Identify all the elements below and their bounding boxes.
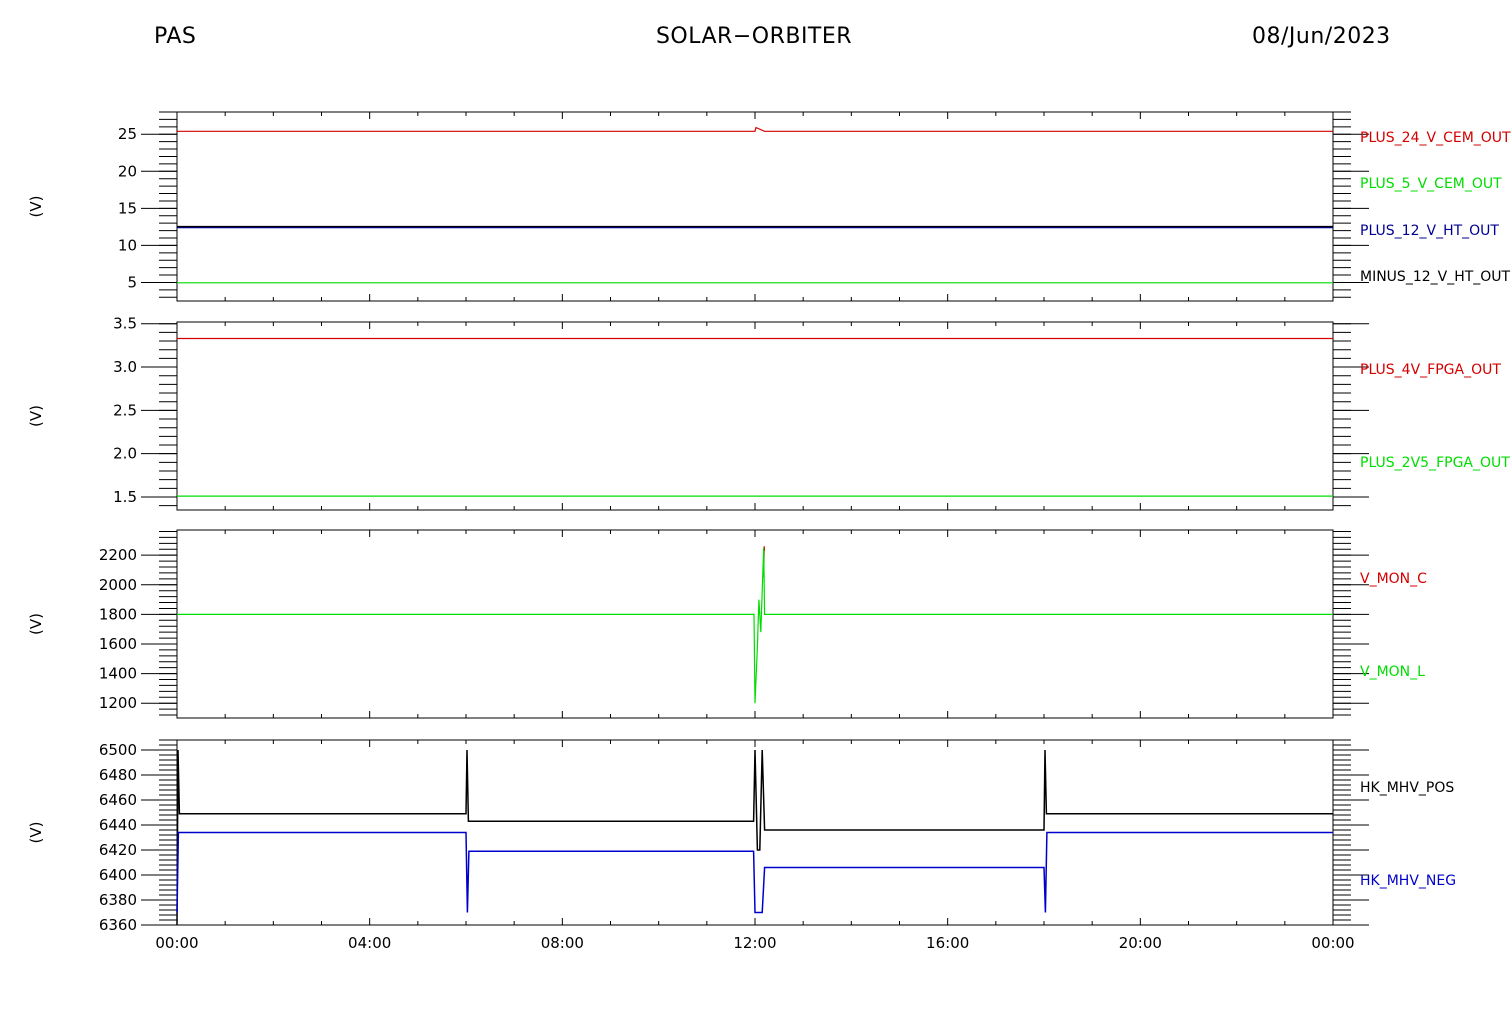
panel-4: 6360 6380 6400 6420 6440 6460 6480 6500 (V) HK_MH… [27,739,1456,934]
x-tick-label: 00:00 [155,934,198,952]
legend-label: V_MON_L [1360,664,1425,680]
panel-2: 1.5 2.0 2.5 3.0 3.5 (V) PLUS_4V_FPGA_OUT PLUS_2… [27,315,1510,511]
y-tick-label: 6480 [99,766,137,784]
x-tick-label: 20:00 [1119,934,1162,952]
legend-label: PLUS_24_V_CEM_OUT [1360,130,1511,146]
legend-label: PLUS_4V_FPGA_OUT [1360,362,1501,378]
legend-label: PLUS_5_V_CEM_OUT [1360,176,1502,192]
y-tick-label: 6500 [99,741,137,759]
y-axis-label: (V) [27,405,45,427]
x-tick-label: 04:00 [348,934,391,952]
y-tick-label: 2.0 [113,445,137,463]
y-tick-label: 10 [118,236,137,254]
y-tick-label: 1.5 [113,488,137,506]
y-tick-label: 20 [118,162,137,180]
x-tick-label: 08:00 [541,934,584,952]
legend-label: PLUS_12_V_HT_OUT [1360,223,1499,239]
series-line-hk-mhv-neg [176,831,1333,914]
y-axis-label: (V) [27,196,45,218]
panel-1: 5 10 15 20 25 (V) PLUS_24_V_CEM_OUT PLUS_5_V_CE… [27,111,1511,302]
y-tick-label: 1200 [99,694,137,712]
y-tick-label: 6360 [99,916,137,934]
y-tick-label: 3.0 [113,358,137,376]
legend-label: HK_MHV_NEG [1360,873,1456,889]
y-tick-label: 6380 [99,891,137,909]
x-tick-label: 12:00 [733,934,776,952]
y-tick-label: 1800 [99,605,137,623]
legend-label: PLUS_2V5_FPGA_OUT [1360,455,1510,471]
panel-frame [176,111,1334,302]
housekeeping-chart: 5 10 15 20 25 (V) PLUS_24_V_CEM_OUT PLUS_5_V_CE… [27,111,1511,952]
y-tick-label: 1600 [99,635,137,653]
panel-3: 1200 1400 1600 1800 2000 2200 (V) V_MON_C V_MON_… [27,529,1427,719]
legend-label: V_MON_C [1360,571,1427,587]
y-tick-label: 2000 [99,576,137,594]
x-tick-label: 00:00 [1311,934,1354,952]
y-tick-label: 6420 [99,841,137,859]
y-tick-label: 15 [118,199,137,217]
y-tick-label: 3.5 [113,315,137,333]
y-tick-label: 6440 [99,816,137,834]
y-tick-label: 6460 [99,791,137,809]
y-tick-label: 2200 [99,546,137,564]
y-axis-label: (V) [27,613,45,635]
y-axis-label: (V) [27,822,45,844]
x-tick-label: 16:00 [926,934,969,952]
y-tick-label: 2.5 [113,401,137,419]
y-tick-label: 5 [127,273,137,291]
series-line-v-mon-l [177,547,1333,704]
panel-frame [176,321,1334,511]
series-line-plus-24-v-cem-out [177,126,1333,132]
y-tick-label: 25 [118,125,137,143]
legend-label: HK_MHV_POS [1360,780,1454,796]
y-tick-label: 1400 [99,665,137,683]
y-tick-label: 6400 [99,866,137,884]
legend-label: MINUS_12_V_HT_OUT [1360,269,1511,285]
